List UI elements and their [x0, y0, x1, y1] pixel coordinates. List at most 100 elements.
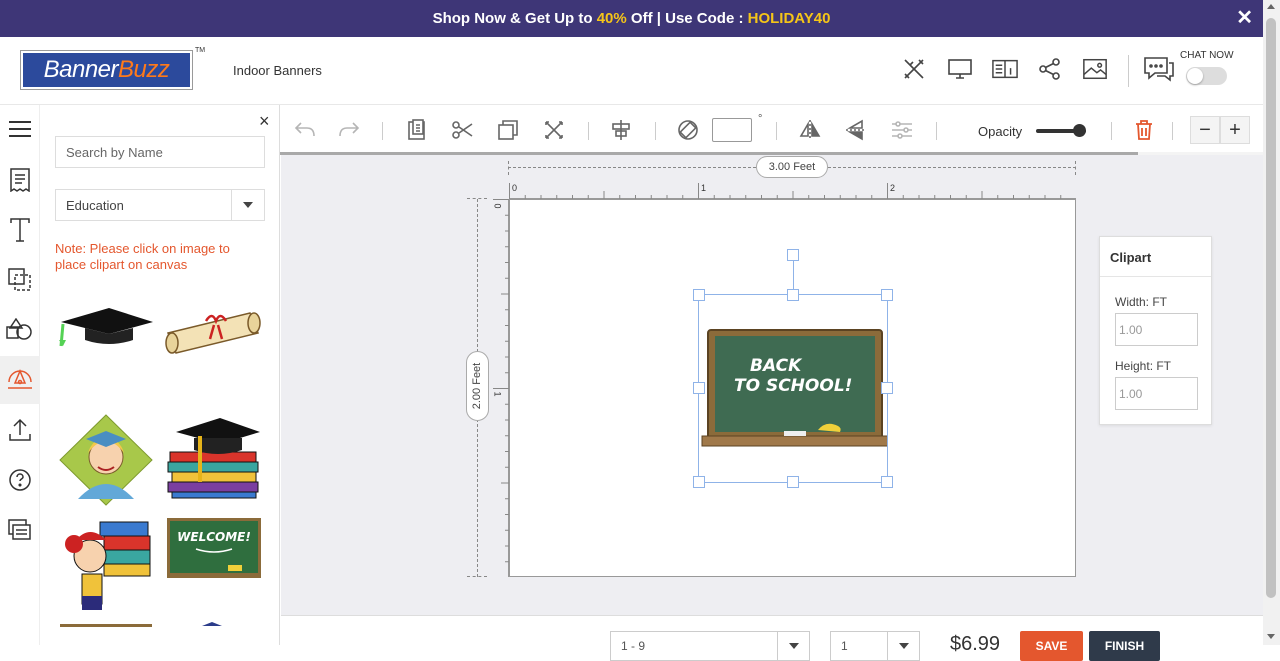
template-icon[interactable] [0, 156, 40, 204]
secondary-select[interactable]: 1 [830, 631, 920, 661]
product-info-icon[interactable] [992, 56, 1018, 82]
panel-close-button[interactable]: × [259, 111, 270, 132]
toolbar-separator [936, 122, 937, 140]
scroll-down-arrow-icon[interactable] [1267, 634, 1275, 639]
category-selected-value: Education [66, 197, 124, 213]
opacity-label: Opacity [978, 124, 1023, 139]
logo-word-banner: Banner [43, 56, 119, 83]
rotate-handle[interactable] [787, 249, 799, 261]
width-dimension-tick-left [508, 161, 509, 175]
clipart-cap-partial[interactable] [200, 620, 224, 626]
copy-icon[interactable] [496, 118, 520, 142]
clipart-icon[interactable] [0, 356, 40, 404]
clipart-welcome-chalkboard[interactable]: WELCOME! [166, 517, 262, 579]
clipart-properties-panel: Clipart Width: FT Height: FT [1099, 236, 1212, 425]
cut-icon[interactable] [450, 118, 474, 142]
share-icon[interactable] [1037, 56, 1063, 82]
h-ruler-label-0: 0 [512, 183, 518, 193]
toolbar-separator [655, 122, 656, 140]
toolbar-separator [776, 122, 777, 140]
trash-icon[interactable] [1132, 118, 1156, 142]
resize-handle-left[interactable] [693, 382, 705, 394]
flip-horizontal-icon[interactable] [798, 118, 822, 142]
chat-toggle[interactable] [1186, 67, 1227, 85]
rotation-angle-input[interactable] [712, 118, 752, 142]
horizontal-ruler: 0 1 2 [509, 183, 1076, 199]
clipart-panel: × Education Note: Please click on image … [40, 105, 280, 645]
logo-trademark: TM [195, 47, 206, 54]
tool-rail [0, 105, 40, 645]
scroll-up-arrow-icon[interactable] [1267, 4, 1275, 9]
layers-icon[interactable] [0, 506, 40, 554]
selection-box[interactable] [698, 294, 888, 483]
promo-close-button[interactable]: ✕ [1236, 8, 1253, 28]
menu-icon[interactable] [0, 105, 40, 153]
quantity-select[interactable]: 1 - 9 [610, 631, 810, 661]
resize-handle-bottom-right[interactable] [881, 476, 893, 488]
zoom-in-button[interactable]: + [1220, 116, 1250, 144]
chat-icon[interactable] [1143, 56, 1175, 82]
breadcrumb-product[interactable]: Indoor Banners [233, 63, 322, 78]
width-label: Width: FT [1115, 295, 1168, 309]
design-canvas[interactable]: BACK TO SCHOOL! [509, 199, 1076, 577]
opacity-slider[interactable] [1036, 124, 1086, 137]
resize-handle-right[interactable] [881, 382, 893, 394]
page-scrollbar[interactable] [1263, 0, 1280, 645]
upload-icon[interactable] [0, 406, 40, 454]
monitor-icon[interactable] [947, 56, 973, 82]
clipart-graduation-cap[interactable] [57, 300, 155, 352]
clipart-height-field[interactable] [1115, 377, 1198, 410]
toggle-knob [1187, 68, 1203, 84]
clipart-diploma-scroll[interactable] [162, 303, 264, 359]
toolbar-separator [1111, 122, 1112, 140]
undo-icon[interactable] [293, 118, 317, 142]
save-button[interactable]: SAVE [1020, 631, 1083, 661]
shapes-icon[interactable] [0, 306, 40, 354]
height-dimension-label: 2.00 Feet [466, 351, 489, 421]
clipart-note: Note: Please click on image to place cli… [55, 241, 230, 272]
resize-handle-top-left[interactable] [693, 289, 705, 301]
image-icon[interactable] [1082, 56, 1108, 82]
redo-icon[interactable] [337, 118, 361, 142]
resize-handle-top[interactable] [787, 289, 799, 301]
editor-toolbar: ° Opacity − + [280, 105, 1263, 155]
chevron-down-icon [777, 632, 809, 660]
chevron-down-icon [887, 632, 919, 660]
height-label: Height: FT [1115, 359, 1172, 373]
svg-text:WELCOME!: WELCOME! [177, 530, 251, 544]
toolbar-separator [382, 122, 383, 140]
secondary-select-value: 1 [841, 639, 848, 653]
v-ruler-label-1: 1 [492, 391, 503, 397]
promo-code: HOLIDAY40 [747, 10, 831, 27]
clipart-graduate-woman[interactable] [58, 413, 154, 507]
clipart-search-input[interactable] [55, 136, 265, 168]
v-ruler-label-0: 0 [492, 203, 503, 209]
clipart-book-partial[interactable] [60, 621, 152, 627]
help-icon[interactable] [0, 456, 40, 504]
rotate-icon[interactable] [676, 118, 700, 142]
text-icon[interactable] [0, 206, 40, 254]
resize-handle-bottom[interactable] [787, 476, 799, 488]
align-center-icon[interactable] [609, 118, 633, 142]
finish-button[interactable]: FINISH [1089, 631, 1160, 661]
opacity-slider-knob[interactable] [1072, 124, 1086, 137]
site-header: Banner Buzz TM make it visible Indoor Ba… [0, 37, 1263, 105]
category-select[interactable]: Education [55, 189, 265, 221]
resize-handle-top-right[interactable] [881, 289, 893, 301]
flip-vertical-icon[interactable] [844, 118, 868, 142]
header-divider [1128, 55, 1129, 87]
scrollbar-thumb[interactable] [1266, 18, 1276, 598]
zoom-out-button[interactable]: − [1190, 116, 1220, 144]
paste-icon[interactable] [405, 118, 429, 142]
clipart-girl-with-books[interactable] [60, 516, 154, 612]
promo-text-middle: Off | Use Code : [626, 10, 748, 27]
background-icon[interactable] [0, 256, 40, 304]
design-tools-icon[interactable] [901, 56, 927, 82]
adjust-settings-icon[interactable] [890, 118, 914, 142]
height-dimension-text: 2.00 Feet [471, 362, 484, 410]
chat-now-label: CHAT NOW [1180, 50, 1234, 61]
delete-selection-icon[interactable] [542, 118, 566, 142]
clipart-cap-on-books[interactable] [164, 412, 262, 500]
clipart-width-field[interactable] [1115, 313, 1198, 346]
resize-handle-bottom-left[interactable] [693, 476, 705, 488]
